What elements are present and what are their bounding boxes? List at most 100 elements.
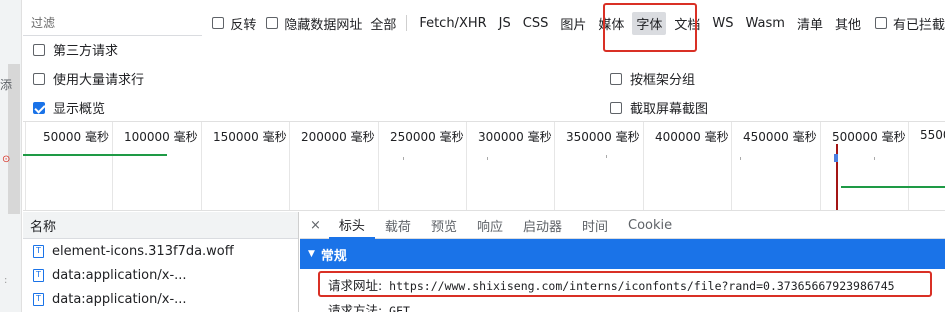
big-rows-checkbox[interactable]: 使用大量请求行: [33, 69, 144, 88]
tick-line: [643, 122, 644, 210]
checkbox-box[interactable]: [33, 72, 45, 85]
tick-line: [731, 122, 732, 210]
checkbox-box[interactable]: [610, 101, 622, 114]
timeline-tick: 150000 毫秒: [213, 130, 287, 144]
invert-checkbox[interactable]: 反转: [212, 14, 256, 33]
font-file-icon: T: [33, 244, 44, 258]
group-by-frame-label: 按框架分组: [630, 73, 696, 88]
request-name: data:application/x-...: [52, 291, 187, 307]
gutter-text: 添: [0, 78, 13, 92]
timeline-tick: 400000 毫秒: [655, 130, 729, 144]
tick-line: [466, 122, 467, 210]
tick-line: [908, 122, 909, 210]
close-icon[interactable]: ×: [300, 218, 329, 233]
show-overview-label: 显示概览: [53, 102, 106, 117]
tab-headers[interactable]: 标头: [328, 212, 375, 239]
divider: [406, 15, 408, 31]
tick-line: [554, 122, 555, 210]
tab-response[interactable]: 响应: [467, 212, 513, 239]
big-rows-label: 使用大量请求行: [53, 73, 145, 88]
timeline-tick: 450000 毫秒: [743, 130, 817, 144]
request-method-row: 请求方法: GET: [328, 300, 410, 312]
gutter-mark-icon: :: [4, 275, 8, 286]
request-list: 名称 T element-icons.313f7da.woff T data:a…: [23, 212, 299, 312]
filter-input[interactable]: [23, 10, 203, 36]
request-row[interactable]: T data:application/x-...: [23, 287, 298, 311]
request-name: data:application/x-...: [52, 267, 187, 283]
third-party-label: 第三方请求: [53, 44, 119, 59]
request-row[interactable]: T element-icons.313f7da.woff: [23, 239, 298, 263]
activity-dot: [740, 157, 741, 160]
tick-line: [378, 122, 379, 210]
timeline-tick: 50000 毫秒: [43, 130, 109, 144]
filter-toolbar: 反转 隐藏数据网址 全部 Fetch/XHR JS CSS 图片 媒体 字体 文…: [23, 8, 945, 38]
checkbox-box[interactable]: [874, 17, 887, 29]
tab-preview[interactable]: 预览: [421, 212, 467, 239]
left-gutter: 添 ⊙ :: [0, 0, 22, 312]
request-bar: [23, 154, 167, 156]
activity-dot: [874, 157, 875, 160]
timeline-tick: 250000 毫秒: [390, 130, 464, 144]
request-url-highlight: [318, 271, 932, 297]
timeline-tick: 200000 毫秒: [301, 130, 375, 144]
checkbox-box[interactable]: [266, 17, 279, 29]
timeline-tick: 5500: [920, 128, 945, 142]
tick-line: [201, 122, 202, 210]
checkbox-box[interactable]: [610, 72, 622, 85]
request-bar: [841, 186, 945, 188]
blocked-checkbox[interactable]: 有已拦截: [874, 14, 945, 33]
activity-dot: [403, 157, 404, 160]
tick-line: [820, 122, 821, 210]
tab-cookies[interactable]: Cookie: [618, 212, 682, 239]
tick-line: [25, 122, 26, 210]
type-filter-css[interactable]: CSS: [519, 14, 553, 33]
checkbox-box-checked[interactable]: [33, 101, 45, 114]
type-filter-js[interactable]: JS: [495, 14, 515, 33]
request-method-value: GET: [389, 304, 410, 312]
capture-screenshots-checkbox[interactable]: 截取屏幕截图: [610, 98, 708, 117]
tick-line: [289, 122, 290, 210]
timeline-tick: 500000 毫秒: [832, 130, 906, 144]
general-section-title: 常规: [320, 248, 347, 264]
blocked-label: 有已拦截: [892, 17, 945, 33]
network-panel: 反转 隐藏数据网址 全部 Fetch/XHR JS CSS 图片 媒体 字体 文…: [23, 0, 945, 312]
name-column-header[interactable]: 名称: [23, 212, 298, 239]
caret-down-icon: ▼: [308, 249, 315, 259]
type-filter-other[interactable]: 其他: [831, 12, 865, 35]
dcl-marker: [834, 154, 838, 162]
hide-data-urls-checkbox[interactable]: 隐藏数据网址: [266, 14, 362, 33]
request-row[interactable]: T data:application/x-...: [23, 263, 298, 287]
timeline-tick: 100000 毫秒: [124, 130, 198, 144]
font-file-icon: T: [33, 268, 44, 282]
activity-dot: [487, 157, 488, 160]
request-detail: × 标头 载荷 预览 响应 启动器 时间 Cookie ▼ 常规 请求网址: h…: [300, 212, 945, 312]
font-filter-highlight: [603, 3, 697, 52]
request-name: element-icons.313f7da.woff: [52, 243, 234, 259]
timeline-tick: 300000 毫秒: [478, 130, 552, 144]
type-filter-manifest[interactable]: 清单: [793, 12, 827, 35]
checkbox-box[interactable]: [33, 43, 45, 56]
third-party-checkbox[interactable]: 第三方请求: [33, 40, 118, 59]
type-filter-ws[interactable]: WS: [708, 14, 737, 33]
activity-dot: [606, 155, 607, 158]
general-section-header[interactable]: ▼ 常规: [300, 239, 945, 269]
request-method-label: 请求方法:: [328, 303, 383, 312]
show-overview-checkbox[interactable]: 显示概览: [33, 98, 105, 117]
hide-data-urls-label: 隐藏数据网址: [284, 17, 363, 33]
timeline-tick: 350000 毫秒: [566, 130, 640, 144]
font-file-icon: T: [33, 292, 44, 306]
tick-line: [112, 122, 113, 210]
group-by-frame-checkbox[interactable]: 按框架分组: [610, 69, 695, 88]
detail-tabs: × 标头 载荷 预览 响应 启动器 时间 Cookie: [300, 212, 945, 239]
capture-screenshots-label: 截取屏幕截图: [630, 102, 709, 117]
type-filter-fetch-xhr[interactable]: Fetch/XHR: [415, 14, 490, 33]
tab-initiator[interactable]: 启动器: [513, 212, 572, 239]
tab-timing[interactable]: 时间: [572, 212, 618, 239]
type-filter-img[interactable]: 图片: [556, 12, 590, 35]
timeline-overview[interactable]: 50000 毫秒 100000 毫秒 150000 毫秒 200000 毫秒 2…: [23, 121, 945, 211]
type-filter-wasm[interactable]: Wasm: [742, 14, 789, 33]
checkbox-box[interactable]: [212, 17, 225, 29]
type-filter-all[interactable]: 全部: [366, 12, 400, 35]
invert-label: 反转: [230, 17, 257, 33]
tab-payload[interactable]: 载荷: [375, 212, 421, 239]
